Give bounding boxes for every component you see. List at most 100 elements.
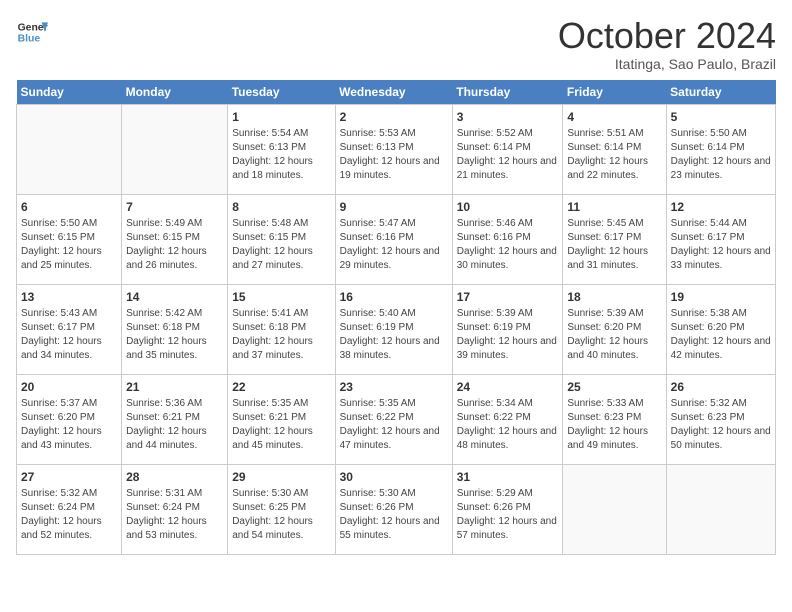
day-info: Sunrise: 5:35 AM Sunset: 6:22 PM Dayligh… (340, 397, 448, 453)
day-cell: 21Sunrise: 5:36 AM Sunset: 6:21 PM Dayli… (122, 374, 228, 464)
day-cell (563, 464, 666, 554)
logo-icon: General Blue (16, 16, 48, 48)
day-cell: 4Sunrise: 5:51 AM Sunset: 6:14 PM Daylig… (563, 104, 666, 194)
day-info: Sunrise: 5:33 AM Sunset: 6:23 PM Dayligh… (567, 397, 661, 453)
day-cell: 27Sunrise: 5:32 AM Sunset: 6:24 PM Dayli… (17, 464, 122, 554)
calendar-table: SundayMondayTuesdayWednesdayThursdayFrid… (16, 80, 776, 555)
day-cell: 18Sunrise: 5:39 AM Sunset: 6:20 PM Dayli… (563, 284, 666, 374)
day-cell: 26Sunrise: 5:32 AM Sunset: 6:23 PM Dayli… (666, 374, 775, 464)
week-row-1: 1Sunrise: 5:54 AM Sunset: 6:13 PM Daylig… (17, 104, 776, 194)
day-cell: 6Sunrise: 5:50 AM Sunset: 6:15 PM Daylig… (17, 194, 122, 284)
header-cell-wednesday: Wednesday (335, 80, 452, 105)
day-number: 2 (340, 109, 448, 126)
header-cell-tuesday: Tuesday (228, 80, 335, 105)
header-cell-thursday: Thursday (452, 80, 563, 105)
day-info: Sunrise: 5:39 AM Sunset: 6:20 PM Dayligh… (567, 307, 661, 363)
day-info: Sunrise: 5:50 AM Sunset: 6:15 PM Dayligh… (21, 217, 117, 273)
day-number: 13 (21, 289, 117, 306)
calendar-header: SundayMondayTuesdayWednesdayThursdayFrid… (17, 80, 776, 105)
page-header: General Blue October 2024 Itatinga, Sao … (16, 16, 776, 72)
week-row-5: 27Sunrise: 5:32 AM Sunset: 6:24 PM Dayli… (17, 464, 776, 554)
day-info: Sunrise: 5:36 AM Sunset: 6:21 PM Dayligh… (126, 397, 223, 453)
day-number: 14 (126, 289, 223, 306)
day-cell: 15Sunrise: 5:41 AM Sunset: 6:18 PM Dayli… (228, 284, 335, 374)
day-info: Sunrise: 5:35 AM Sunset: 6:21 PM Dayligh… (232, 397, 330, 453)
day-cell: 22Sunrise: 5:35 AM Sunset: 6:21 PM Dayli… (228, 374, 335, 464)
svg-text:Blue: Blue (18, 34, 41, 45)
day-number: 5 (671, 109, 771, 126)
day-cell: 19Sunrise: 5:38 AM Sunset: 6:20 PM Dayli… (666, 284, 775, 374)
day-number: 17 (457, 289, 559, 306)
day-info: Sunrise: 5:43 AM Sunset: 6:17 PM Dayligh… (21, 307, 117, 363)
day-cell: 10Sunrise: 5:46 AM Sunset: 6:16 PM Dayli… (452, 194, 563, 284)
day-info: Sunrise: 5:30 AM Sunset: 6:25 PM Dayligh… (232, 487, 330, 543)
title-block: October 2024 Itatinga, Sao Paulo, Brazil (558, 16, 776, 72)
day-number: 28 (126, 469, 223, 486)
day-info: Sunrise: 5:52 AM Sunset: 6:14 PM Dayligh… (457, 127, 559, 183)
day-number: 30 (340, 469, 448, 486)
day-number: 20 (21, 379, 117, 396)
day-info: Sunrise: 5:38 AM Sunset: 6:20 PM Dayligh… (671, 307, 771, 363)
day-cell (17, 104, 122, 194)
day-info: Sunrise: 5:29 AM Sunset: 6:26 PM Dayligh… (457, 487, 559, 543)
day-number: 12 (671, 199, 771, 216)
day-cell: 23Sunrise: 5:35 AM Sunset: 6:22 PM Dayli… (335, 374, 452, 464)
week-row-3: 13Sunrise: 5:43 AM Sunset: 6:17 PM Dayli… (17, 284, 776, 374)
day-number: 9 (340, 199, 448, 216)
day-number: 25 (567, 379, 661, 396)
day-number: 1 (232, 109, 330, 126)
header-cell-monday: Monday (122, 80, 228, 105)
day-cell: 29Sunrise: 5:30 AM Sunset: 6:25 PM Dayli… (228, 464, 335, 554)
day-cell: 9Sunrise: 5:47 AM Sunset: 6:16 PM Daylig… (335, 194, 452, 284)
day-cell: 7Sunrise: 5:49 AM Sunset: 6:15 PM Daylig… (122, 194, 228, 284)
day-number: 8 (232, 199, 330, 216)
day-number: 7 (126, 199, 223, 216)
day-cell: 11Sunrise: 5:45 AM Sunset: 6:17 PM Dayli… (563, 194, 666, 284)
day-cell: 2Sunrise: 5:53 AM Sunset: 6:13 PM Daylig… (335, 104, 452, 194)
day-info: Sunrise: 5:51 AM Sunset: 6:14 PM Dayligh… (567, 127, 661, 183)
week-row-2: 6Sunrise: 5:50 AM Sunset: 6:15 PM Daylig… (17, 194, 776, 284)
day-cell: 8Sunrise: 5:48 AM Sunset: 6:15 PM Daylig… (228, 194, 335, 284)
day-info: Sunrise: 5:53 AM Sunset: 6:13 PM Dayligh… (340, 127, 448, 183)
day-number: 10 (457, 199, 559, 216)
logo: General Blue (16, 16, 48, 48)
day-info: Sunrise: 5:40 AM Sunset: 6:19 PM Dayligh… (340, 307, 448, 363)
week-row-4: 20Sunrise: 5:37 AM Sunset: 6:20 PM Dayli… (17, 374, 776, 464)
day-number: 4 (567, 109, 661, 126)
day-info: Sunrise: 5:48 AM Sunset: 6:15 PM Dayligh… (232, 217, 330, 273)
day-number: 31 (457, 469, 559, 486)
day-cell: 28Sunrise: 5:31 AM Sunset: 6:24 PM Dayli… (122, 464, 228, 554)
day-info: Sunrise: 5:44 AM Sunset: 6:17 PM Dayligh… (671, 217, 771, 273)
day-info: Sunrise: 5:46 AM Sunset: 6:16 PM Dayligh… (457, 217, 559, 273)
day-info: Sunrise: 5:31 AM Sunset: 6:24 PM Dayligh… (126, 487, 223, 543)
day-info: Sunrise: 5:39 AM Sunset: 6:19 PM Dayligh… (457, 307, 559, 363)
day-info: Sunrise: 5:45 AM Sunset: 6:17 PM Dayligh… (567, 217, 661, 273)
day-cell: 20Sunrise: 5:37 AM Sunset: 6:20 PM Dayli… (17, 374, 122, 464)
header-row: SundayMondayTuesdayWednesdayThursdayFrid… (17, 80, 776, 105)
day-info: Sunrise: 5:47 AM Sunset: 6:16 PM Dayligh… (340, 217, 448, 273)
day-number: 6 (21, 199, 117, 216)
header-cell-saturday: Saturday (666, 80, 775, 105)
location-subtitle: Itatinga, Sao Paulo, Brazil (558, 56, 776, 72)
day-info: Sunrise: 5:50 AM Sunset: 6:14 PM Dayligh… (671, 127, 771, 183)
day-number: 21 (126, 379, 223, 396)
day-cell (666, 464, 775, 554)
day-info: Sunrise: 5:42 AM Sunset: 6:18 PM Dayligh… (126, 307, 223, 363)
day-number: 18 (567, 289, 661, 306)
day-number: 29 (232, 469, 330, 486)
day-info: Sunrise: 5:54 AM Sunset: 6:13 PM Dayligh… (232, 127, 330, 183)
day-number: 16 (340, 289, 448, 306)
header-cell-sunday: Sunday (17, 80, 122, 105)
day-number: 15 (232, 289, 330, 306)
day-cell: 31Sunrise: 5:29 AM Sunset: 6:26 PM Dayli… (452, 464, 563, 554)
day-cell: 13Sunrise: 5:43 AM Sunset: 6:17 PM Dayli… (17, 284, 122, 374)
day-number: 26 (671, 379, 771, 396)
month-title: October 2024 (558, 16, 776, 56)
day-number: 24 (457, 379, 559, 396)
day-info: Sunrise: 5:37 AM Sunset: 6:20 PM Dayligh… (21, 397, 117, 453)
day-cell: 30Sunrise: 5:30 AM Sunset: 6:26 PM Dayli… (335, 464, 452, 554)
calendar-body: 1Sunrise: 5:54 AM Sunset: 6:13 PM Daylig… (17, 104, 776, 554)
day-number: 27 (21, 469, 117, 486)
day-cell: 24Sunrise: 5:34 AM Sunset: 6:22 PM Dayli… (452, 374, 563, 464)
day-cell: 5Sunrise: 5:50 AM Sunset: 6:14 PM Daylig… (666, 104, 775, 194)
